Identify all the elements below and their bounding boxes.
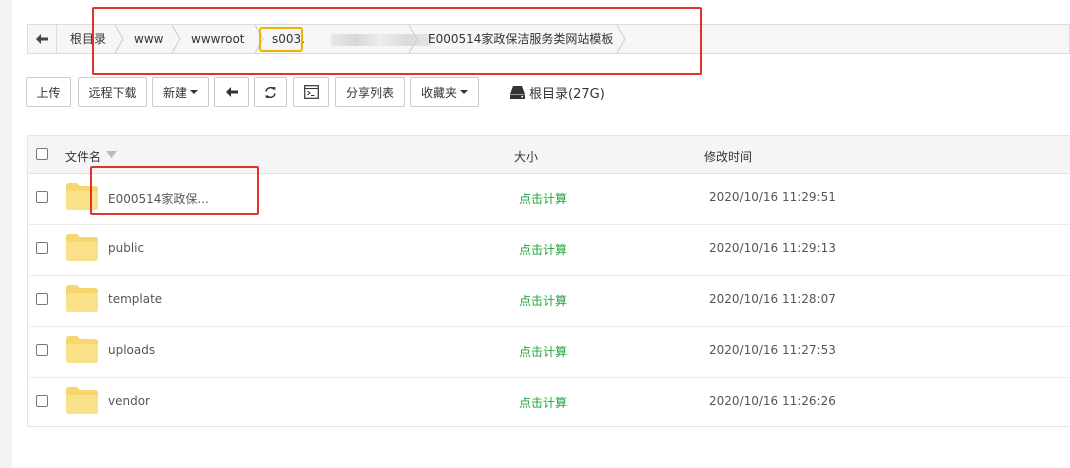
row-checkbox[interactable] [36, 191, 48, 203]
folder-icon [66, 387, 98, 414]
table-row[interactable]: template 点击计算 2020/10/16 11:28:07 [28, 275, 1070, 327]
annotation-highlight-site [259, 27, 303, 52]
header-size[interactable]: 大小 [514, 148, 538, 165]
folder-icon [66, 285, 98, 312]
calc-size-link[interactable]: 点击计算 [519, 190, 567, 207]
modified-time: 2020/10/16 11:26:26 [709, 394, 836, 408]
sort-down-icon[interactable] [106, 151, 117, 158]
remote-download-button[interactable]: 远程下载 [78, 77, 147, 107]
calc-size-link[interactable]: 点击计算 [519, 292, 567, 309]
row-checkbox[interactable] [36, 344, 48, 356]
back-button[interactable] [214, 77, 249, 107]
calc-size-link[interactable]: 点击计算 [519, 394, 567, 411]
table-row[interactable]: vendor 点击计算 2020/10/16 11:26:26 [28, 377, 1070, 428]
modified-time: 2020/10/16 11:29:51 [709, 190, 836, 204]
hdd-icon [510, 85, 525, 99]
new-dropdown-button[interactable]: 新建 [152, 77, 209, 107]
annotation-highlight-folder [90, 166, 259, 215]
modified-time: 2020/10/16 11:27:53 [709, 343, 836, 357]
header-modified[interactable]: 修改时间 [704, 148, 752, 165]
disk-label: 根目录(27G) [529, 86, 605, 102]
row-checkbox[interactable] [36, 242, 48, 254]
file-name[interactable]: template [108, 292, 162, 306]
folder-icon [66, 234, 98, 261]
file-name[interactable]: uploads [108, 343, 155, 357]
annotation-highlight-breadcrumb [92, 7, 702, 75]
header-filename[interactable]: 文件名 [65, 148, 101, 165]
caret-down-icon [190, 90, 198, 94]
modified-time: 2020/10/16 11:29:13 [709, 241, 836, 255]
table-row[interactable]: uploads 点击计算 2020/10/16 11:27:53 [28, 326, 1070, 378]
row-checkbox[interactable] [36, 293, 48, 305]
terminal-icon [303, 85, 319, 99]
breadcrumb-back-button[interactable] [28, 25, 57, 53]
caret-down-icon [460, 90, 468, 94]
upload-button[interactable]: 上传 [26, 77, 71, 107]
refresh-button[interactable] [254, 77, 287, 107]
file-name[interactable]: public [108, 241, 144, 255]
select-all-checkbox[interactable] [36, 148, 48, 160]
file-name[interactable]: vendor [108, 394, 150, 408]
favorites-dropdown-button[interactable]: 收藏夹 [410, 77, 479, 107]
favorites-label: 收藏夹 [420, 85, 457, 100]
row-checkbox[interactable] [36, 395, 48, 407]
refresh-icon [265, 86, 276, 98]
new-label: 新建 [162, 85, 187, 100]
arrow-left-icon [36, 34, 48, 44]
share-list-button[interactable]: 分享列表 [335, 77, 405, 107]
modified-time: 2020/10/16 11:28:07 [709, 292, 836, 306]
disk-selector[interactable]: 根目录(27G) [510, 83, 605, 102]
calc-size-link[interactable]: 点击计算 [519, 241, 567, 258]
table-row[interactable]: public 点击计算 2020/10/16 11:29:13 [28, 224, 1070, 276]
folder-icon [66, 336, 98, 363]
terminal-button[interactable] [293, 77, 329, 107]
calc-size-link[interactable]: 点击计算 [519, 343, 567, 360]
arrow-left-icon [225, 87, 238, 97]
